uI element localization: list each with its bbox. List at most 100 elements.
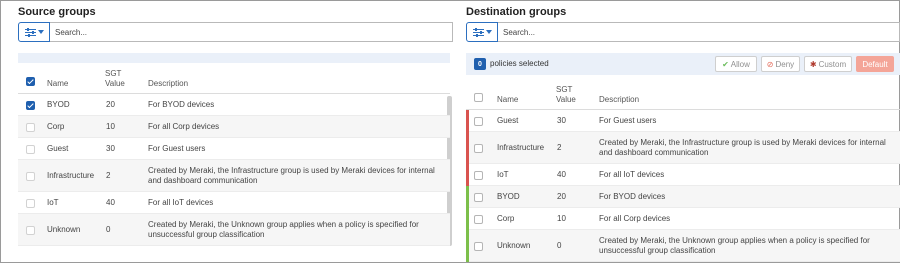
prohibited-icon: ⊘ (766, 59, 774, 69)
policy-status-bar (466, 230, 469, 262)
chevron-down-icon (485, 30, 492, 34)
row-checkbox[interactable] (474, 116, 483, 126)
source-groups-title: Source groups (18, 6, 96, 18)
row-checkbox[interactable] (474, 241, 483, 251)
table-row[interactable]: BYOD 20 For BYOD devices (18, 94, 450, 116)
sgt-value: 20 (557, 192, 566, 201)
row-checkbox[interactable] (26, 225, 35, 235)
destination-search-bar (466, 22, 900, 42)
group-description: For all Corp devices (599, 214, 671, 223)
table-row[interactable]: IoT 40 For all IoT devices (18, 192, 450, 214)
destination-groups-panel: Destination groups 0 policies selected ✔… (463, 0, 900, 263)
sgt-value: 30 (106, 144, 115, 153)
group-description: Created by Meraki, the Unknown group app… (599, 236, 870, 245)
sgt-value: 0 (557, 241, 562, 250)
group-description: For BYOD devices (599, 192, 666, 201)
table-row[interactable]: Corp 10 For all Corp devices (18, 116, 450, 138)
filter-sliders-icon (24, 27, 36, 37)
sgt-value: 0 (106, 225, 111, 234)
allow-button[interactable]: ✔ Allow (715, 56, 757, 72)
group-description: For BYOD devices (148, 100, 215, 109)
group-description: For all IoT devices (599, 170, 665, 179)
table-row[interactable]: Unknown 0 Created by Meraki, the Unknown g… (466, 230, 900, 262)
group-description: For all IoT devices (148, 198, 214, 207)
sgt-value: 40 (106, 198, 115, 207)
source-search-bar (18, 22, 453, 42)
default-button[interactable]: Default (856, 56, 894, 72)
sgt-value: 2 (557, 143, 562, 152)
source-col-description: Description (148, 79, 189, 88)
row-checkbox[interactable] (26, 171, 35, 181)
table-row[interactable]: BYOD 20 For BYOD devices (466, 186, 900, 208)
destination-col-name: Name (497, 95, 519, 104)
group-name: Guest (47, 144, 69, 153)
asterisk-icon: ✱ (809, 59, 817, 69)
sgt-value: 20 (106, 100, 115, 109)
destination-select-all-checkbox[interactable] (474, 93, 483, 102)
row-checkbox[interactable] (26, 198, 35, 208)
custom-button-label: Custom (818, 59, 847, 69)
row-checkbox[interactable] (26, 100, 35, 110)
allow-button-label: Allow (730, 59, 750, 69)
policy-toolbar: 0 policies selected ✔ Allow ⊘ Deny ✱ Cus… (466, 53, 900, 75)
destination-filter-button[interactable] (466, 22, 498, 42)
group-name: Unknown (497, 241, 531, 250)
destination-col-sgt-line1: SGT (556, 85, 573, 94)
row-checkbox[interactable] (474, 192, 483, 202)
group-name: Unknown (47, 225, 81, 234)
row-checkbox[interactable] (26, 144, 35, 154)
row-checkbox[interactable] (474, 170, 483, 180)
group-name: Infrastructure (497, 143, 545, 152)
group-name: Infrastructure (47, 171, 95, 180)
group-name: IoT (47, 198, 59, 207)
source-table-header: Name SGT Value Description (18, 66, 450, 94)
group-name: BYOD (47, 100, 70, 109)
custom-button[interactable]: ✱ Custom (804, 56, 852, 72)
sgt-value: 40 (557, 170, 566, 179)
policies-selected-label: policies selected (490, 59, 549, 68)
destination-table-header: Name SGT Value Description (466, 82, 900, 110)
table-row[interactable]: Infrastructure 2 Created by Meraki, the In… (466, 132, 900, 164)
group-description: For Guest users (599, 116, 657, 125)
row-checkbox[interactable] (474, 214, 483, 224)
deny-button[interactable]: ⊘ Deny (761, 56, 800, 72)
source-select-all-checkbox[interactable] (26, 77, 35, 86)
group-name: Guest (497, 116, 519, 125)
sgt-value: 30 (557, 116, 566, 125)
source-filter-button[interactable] (18, 22, 50, 42)
policies-selected-count: 0 (474, 58, 486, 70)
destination-groups-title: Destination groups (466, 6, 567, 18)
group-description-cont: and dashboard communication (599, 148, 709, 157)
table-row[interactable]: Corp 10 For all Corp devices (466, 208, 900, 230)
group-description: For Guest users (148, 144, 206, 153)
group-description: Created by Meraki, the Infrastructure gr… (148, 166, 435, 175)
destination-col-sgt-line2: Value (556, 95, 576, 104)
sgt-value: 10 (106, 122, 115, 131)
table-row[interactable]: IoT 40 For all IoT devices (466, 164, 900, 186)
table-row[interactable]: Unknown 0 Created by Meraki, the Unknown g… (18, 214, 450, 246)
group-description-cont: unsuccessful group classification (599, 246, 716, 255)
source-groups-panel: Source groups Name SGT Value Description… (15, 0, 453, 263)
row-checkbox[interactable] (474, 143, 483, 153)
source-selection-band (18, 53, 450, 63)
destination-search-input[interactable] (498, 22, 900, 42)
policy-status-bar (466, 110, 469, 132)
group-name: Corp (47, 122, 65, 131)
chevron-down-icon (37, 30, 44, 34)
group-name: IoT (497, 170, 509, 179)
group-name: BYOD (497, 192, 520, 201)
deny-button-label: Deny (775, 59, 795, 69)
table-row[interactable]: Guest 30 For Guest users (466, 110, 900, 132)
filter-sliders-icon (472, 27, 484, 37)
row-checkbox[interactable] (26, 122, 35, 132)
table-row[interactable]: Infrastructure 2 Created by Meraki, the In… (18, 160, 450, 192)
policy-status-bar (466, 208, 469, 230)
policy-status-bar (466, 132, 469, 164)
policy-status-bar (466, 186, 469, 208)
source-search-input[interactable] (50, 22, 453, 42)
group-name: Corp (497, 214, 515, 223)
policy-status-bar (466, 164, 469, 186)
group-description: Created by Meraki, the Unknown group app… (148, 220, 419, 229)
table-row[interactable]: Guest 30 For Guest users (18, 138, 450, 160)
group-description: Created by Meraki, the Infrastructure gr… (599, 138, 886, 147)
